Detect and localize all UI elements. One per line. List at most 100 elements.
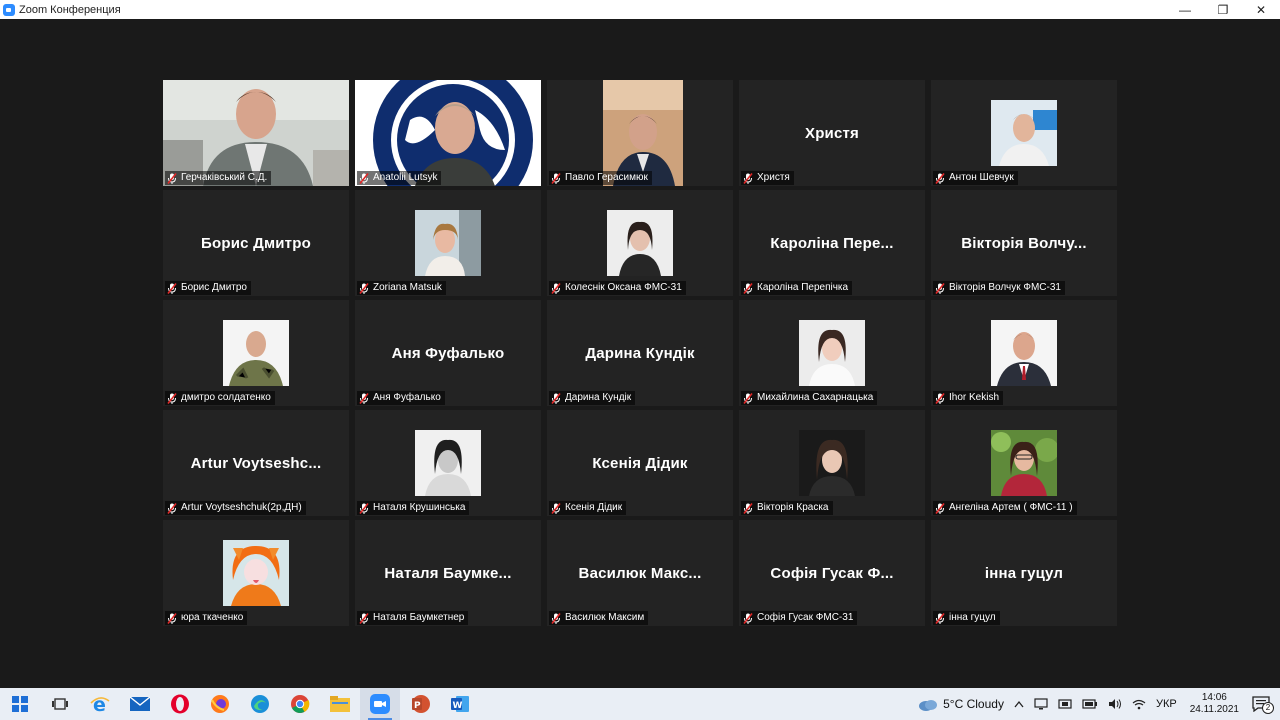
participant-tile[interactable]: Христя Христя: [739, 80, 925, 186]
participant-name: Ангеліна Артем ( ФМС-11 ): [949, 502, 1073, 513]
participant-tile[interactable]: Наталя Крушинська: [355, 410, 541, 516]
chevron-up-icon[interactable]: [1014, 700, 1024, 708]
participant-tile[interactable]: Кароліна Пере... Кароліна Перепічка: [739, 190, 925, 296]
participant-tile[interactable]: Аня Фуфалько Аня Фуфалько: [355, 300, 541, 406]
title-bar: Zoom Конференция — ❐ ✕: [0, 0, 1280, 19]
network-icon[interactable]: [1058, 698, 1072, 710]
participant-name: Василюк Максим: [565, 612, 645, 623]
muted-microphone-icon: [743, 612, 753, 624]
participant-name-label: Антон Шевчук: [933, 171, 1018, 185]
muted-microphone-icon: [359, 282, 369, 294]
muted-microphone-icon: [359, 612, 369, 624]
windows-start-icon[interactable]: [0, 688, 40, 720]
muted-microphone-icon: [359, 172, 369, 184]
participant-name-label: Аня Фуфалько: [357, 391, 445, 405]
participant-name: Аня Фуфалько: [373, 392, 441, 403]
windows-taskbar: e P W 5°C Cloudy УКР 14:06 24.11.2021 2: [0, 688, 1280, 720]
input-language[interactable]: УКР: [1156, 698, 1177, 710]
participant-name-label: Кароліна Перепічка: [741, 281, 853, 295]
muted-microphone-icon: [551, 282, 561, 294]
participant-tile[interactable]: Колеснік Оксана ФМС-31: [547, 190, 733, 296]
battery-icon[interactable]: [1082, 699, 1098, 709]
edge-icon[interactable]: [240, 688, 280, 720]
participant-avatar: [991, 100, 1057, 166]
display-icon[interactable]: [1034, 698, 1048, 710]
weather-text: 5°C Cloudy: [943, 697, 1004, 711]
participant-tile[interactable]: Anatolii Lutsyk: [355, 80, 541, 186]
participant-name-label: Ihor Kekish: [933, 391, 1004, 405]
muted-microphone-icon: [743, 392, 753, 404]
participant-tile[interactable]: Наталя Баумке... Наталя Баумкетнер: [355, 520, 541, 626]
participant-name: дмитро солдатенко: [181, 392, 271, 403]
window-controls: — ❐ ✕: [1166, 0, 1280, 19]
participant-tile[interactable]: Ксенія Дідик Ксенія Дідик: [547, 410, 733, 516]
participant-tile[interactable]: Дарина Кундік Дарина Кундік: [547, 300, 733, 406]
participant-name-label: Ксенія Дідик: [549, 501, 627, 515]
participant-name-label: Герчаківський С.Д.: [165, 171, 272, 185]
mail-icon[interactable]: [120, 688, 160, 720]
participant-name: Борис Дмитро: [181, 282, 247, 293]
file-explorer-icon[interactable]: [320, 688, 360, 720]
task-view-icon[interactable]: [40, 688, 80, 720]
participant-tile[interactable]: Михайлина Сахарнацька: [739, 300, 925, 406]
participant-name-label: Наталя Баумкетнер: [357, 611, 469, 625]
participant-tile[interactable]: Zoriana Matsuk: [355, 190, 541, 296]
participant-tile[interactable]: Борис Дмитро Борис Дмитро: [163, 190, 349, 296]
participant-name: Павло Герасимюк: [565, 172, 648, 183]
participant-avatar: [799, 320, 865, 386]
zoom-logo-icon: [3, 3, 15, 16]
participant-name-label: Вікторія Краска: [741, 501, 833, 515]
wifi-icon[interactable]: [1132, 698, 1146, 710]
participant-tile[interactable]: Софія Гусак Ф... Софія Гусак ФМС-31: [739, 520, 925, 626]
muted-microphone-icon: [743, 502, 753, 514]
participant-tile[interactable]: Герчаківський С.Д.: [163, 80, 349, 186]
zoom-taskbar-icon[interactable]: [360, 688, 400, 720]
participant-tile[interactable]: Антон Шевчук: [931, 80, 1117, 186]
close-button[interactable]: ✕: [1242, 0, 1280, 19]
participant-name-label: Павло Герасимюк: [549, 171, 652, 185]
participant-tile[interactable]: Павло Герасимюк: [547, 80, 733, 186]
participant-name: Дарина Кундік: [565, 392, 632, 403]
participant-tile[interactable]: Вікторія Волчу... Вікторія Волчук ФМС-31: [931, 190, 1117, 296]
participant-name: Наталя Крушинська: [373, 502, 466, 513]
participant-tile[interactable]: Василюк Макс... Василюк Максим: [547, 520, 733, 626]
notification-center-icon[interactable]: 2: [1252, 696, 1274, 714]
clock[interactable]: 14:06 24.11.2021: [1190, 692, 1239, 716]
participant-name: Вікторія Краска: [757, 502, 829, 513]
word-icon[interactable]: W: [440, 688, 480, 720]
internet-explorer-icon[interactable]: e: [80, 688, 120, 720]
volume-icon[interactable]: [1108, 698, 1122, 710]
participant-name-label: Ангеліна Артем ( ФМС-11 ): [933, 501, 1077, 515]
participant-name-label: Anatolii Lutsyk: [357, 171, 442, 185]
clock-time: 14:06: [1201, 692, 1227, 703]
muted-microphone-icon: [551, 612, 561, 624]
opera-icon[interactable]: [160, 688, 200, 720]
participant-avatar: [799, 430, 865, 496]
notification-count: 2: [1262, 702, 1274, 714]
participant-name: Anatolii Lutsyk: [373, 172, 438, 183]
participant-tile[interactable]: Ангеліна Артем ( ФМС-11 ): [931, 410, 1117, 516]
firefox-icon[interactable]: [200, 688, 240, 720]
participant-tile[interactable]: інна гуцул інна гуцул: [931, 520, 1117, 626]
participant-tile[interactable]: юра ткаченко: [163, 520, 349, 626]
participant-name-label: дмитро солдатенко: [165, 391, 275, 405]
participant-tile[interactable]: Artur Voytseshc... Artur Voytseshchuk(2р,…: [163, 410, 349, 516]
participant-name-label: Artur Voytseshchuk(2р,ДН): [165, 501, 306, 515]
participant-name-label: Zoriana Matsuk: [357, 281, 446, 295]
participant-tile[interactable]: Вікторія Краска: [739, 410, 925, 516]
participant-name: Антон Шевчук: [949, 172, 1014, 183]
weather-widget[interactable]: 5°C Cloudy: [918, 697, 1004, 711]
participant-tile[interactable]: дмитро солдатенко: [163, 300, 349, 406]
cloud-icon: [919, 700, 938, 711]
minimize-button[interactable]: —: [1166, 0, 1204, 19]
participant-tile[interactable]: Ihor Kekish: [931, 300, 1117, 406]
participant-name: Христя: [757, 172, 790, 183]
maximize-button[interactable]: ❐: [1204, 0, 1242, 19]
muted-microphone-icon: [935, 612, 945, 624]
participant-name: Ксенія Дідик: [565, 502, 623, 513]
participant-name: Колеснік Оксана ФМС-31: [565, 282, 682, 293]
chrome-icon[interactable]: [280, 688, 320, 720]
participant-name-label: Колеснік Оксана ФМС-31: [549, 281, 686, 295]
powerpoint-icon[interactable]: P: [400, 688, 440, 720]
muted-microphone-icon: [167, 172, 177, 184]
